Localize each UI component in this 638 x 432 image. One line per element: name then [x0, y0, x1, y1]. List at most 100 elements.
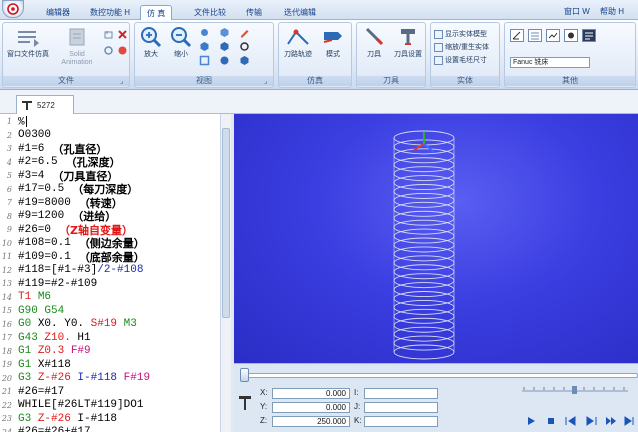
- view-iso-icon[interactable]: [199, 41, 210, 52]
- bitmap-icon[interactable]: [582, 29, 596, 42]
- code-line[interactable]: 18 G1 Z0.3 F#9: [0, 345, 230, 359]
- close-sim-icon[interactable]: [117, 29, 128, 40]
- code-line[interactable]: 19 G1 X#118: [0, 358, 230, 372]
- code-token: G3: [18, 412, 38, 425]
- application-button[interactable]: [2, 0, 24, 18]
- edit-pen-icon[interactable]: [239, 27, 250, 38]
- stop-button[interactable]: [544, 414, 557, 427]
- rotate-view-icon[interactable]: [239, 41, 250, 52]
- simulation-viewport[interactable]: [234, 114, 638, 363]
- code-line[interactable]: 23 G3 Z-#26 I-#118: [0, 412, 230, 426]
- chart-view-icon[interactable]: [546, 29, 560, 42]
- code-text: #1=6: [18, 143, 44, 155]
- tab-iterative-edit[interactable]: 迭代编辑: [278, 5, 322, 20]
- code-line[interactable]: 1%: [0, 115, 230, 129]
- fast-forward-button[interactable]: [604, 414, 617, 427]
- line-number: 1: [6, 117, 12, 127]
- code-token: #19=8000: [18, 196, 71, 209]
- code-line[interactable]: 22 WHILE[#26LT#119]DO1: [0, 399, 230, 413]
- group-view-launcher[interactable]: ⌟: [264, 78, 272, 86]
- editor-scrollbar[interactable]: [220, 114, 231, 432]
- code-line[interactable]: 24 #26=#26+#17: [0, 426, 230, 432]
- progress-slider-track[interactable]: [242, 373, 638, 378]
- group-file-launcher[interactable]: ⌟: [120, 78, 128, 86]
- tool-settings-button[interactable]: 刀具设置: [391, 26, 425, 59]
- solid-animation-icon: [64, 26, 90, 48]
- code-text: T1 M6: [18, 291, 51, 303]
- helix-ring: [393, 246, 455, 262]
- zoom-regen-solid-item[interactable]: 缩放/重生实体: [434, 42, 489, 52]
- helix-ring: [393, 157, 455, 173]
- code-line[interactable]: 14 T1 M6: [0, 291, 230, 305]
- code-token: G3: [18, 372, 38, 385]
- z-label: Z:: [260, 416, 268, 425]
- show-solid-model-item[interactable]: 显示实体模型: [434, 29, 487, 39]
- code-line[interactable]: 15 G90 G54: [0, 304, 230, 318]
- menu-help[interactable]: 帮助 H: [600, 6, 624, 17]
- view-side-icon[interactable]: [219, 55, 230, 66]
- helix-ring: [393, 264, 455, 280]
- line-number: 2: [6, 130, 12, 140]
- solid-view-icon[interactable]: [239, 55, 250, 66]
- tab-transfer[interactable]: 传输: [240, 5, 268, 20]
- axis-icon[interactable]: [510, 29, 524, 42]
- tab-simulation[interactable]: 仿 真: [140, 5, 173, 21]
- view-front-icon[interactable]: [219, 41, 230, 52]
- tab-file-compare[interactable]: 文件比较: [188, 5, 232, 20]
- zoom-in-button[interactable]: 放大: [137, 26, 165, 59]
- group-view-label: 视图: [135, 76, 273, 86]
- code-line[interactable]: 2 O0300: [0, 129, 230, 143]
- menu-window[interactable]: 窗口 W: [564, 6, 590, 17]
- toolpath-button[interactable]: 刀路轨迹: [281, 26, 315, 59]
- doc-tab-5272[interactable]: 5272: [16, 95, 74, 114]
- line-number: 16: [1, 319, 12, 329]
- line-number: 19: [1, 360, 12, 370]
- tab-editor[interactable]: 编辑器: [40, 5, 76, 20]
- line-number: 9: [6, 225, 12, 235]
- file-settings-icon[interactable]: [103, 45, 114, 56]
- solid-animation-button[interactable]: Solid Animation: [57, 26, 97, 67]
- play-button[interactable]: [524, 414, 537, 427]
- group-file-label: 文件: [3, 76, 129, 86]
- window-file-sim-button[interactable]: 窗口文件仿真: [5, 26, 51, 59]
- code-line[interactable]: 13 #119=#2-#109: [0, 277, 230, 291]
- grid-icon[interactable]: [528, 29, 542, 42]
- controller-select[interactable]: Fanuc 铣床: [510, 57, 590, 68]
- code-editor[interactable]: 1% 2 O0300 3 #1=6 （孔直径） 4 #2=6.5 （孔深度） 5 #3=4 （刀具直径…: [0, 114, 231, 432]
- j-value-field: [364, 402, 438, 413]
- code-line[interactable]: 21 #26=#17: [0, 385, 230, 399]
- helix-toolpath: [393, 130, 455, 360]
- view-top-icon[interactable]: [219, 27, 230, 38]
- view-fit-icon[interactable]: [199, 55, 210, 66]
- stock-size-item[interactable]: 设置毛坯尺寸: [434, 55, 487, 65]
- code-line[interactable]: 17 G43 Z10. H1: [0, 331, 230, 345]
- line-number: 3: [6, 144, 12, 154]
- group-solid-label: 实体: [431, 76, 499, 86]
- code-line[interactable]: 12 #118=[#1-#3]/2-#108: [0, 264, 230, 278]
- code-line[interactable]: 11 #109=0.1 （底部余量）: [0, 250, 230, 264]
- zoom-out-button[interactable]: 缩小: [167, 26, 195, 59]
- code-lines: 1% 2 O0300 3 #1=6 （孔直径） 4 #2=6.5 （孔深度） 5 #3=4 （刀具直径…: [0, 114, 230, 432]
- mode-button[interactable]: 模式: [317, 26, 349, 59]
- code-token: WHILE[#26LT#119]DO1: [18, 399, 144, 412]
- progress-slider-knob[interactable]: [240, 368, 249, 382]
- step-back-button[interactable]: [564, 414, 577, 427]
- code-line[interactable]: 16 G0 X0. Y0. S#19 M3: [0, 318, 230, 332]
- stop-sim-icon[interactable]: [117, 45, 128, 56]
- file-options-icon[interactable]: [103, 29, 114, 40]
- speed-slider[interactable]: [520, 386, 630, 394]
- tool-button[interactable]: 刀具: [359, 26, 389, 59]
- code-token: Z-#26: [37, 412, 78, 425]
- line-number: 10: [1, 238, 12, 248]
- code-token: G1: [18, 345, 38, 358]
- code-token: H1: [77, 331, 91, 344]
- machine-icon[interactable]: [564, 29, 578, 42]
- step-forward-button[interactable]: [584, 414, 597, 427]
- end-button[interactable]: [623, 414, 636, 427]
- pan-icon[interactable]: [199, 27, 210, 38]
- tab-nc-functions[interactable]: 数控功能 H: [84, 5, 136, 20]
- i-label: I:: [354, 388, 359, 397]
- editor-scrollbar-thumb[interactable]: [222, 128, 230, 318]
- x-label: X:: [260, 388, 268, 397]
- code-line[interactable]: 20 G3 Z-#26 I-#118 F#19: [0, 372, 230, 386]
